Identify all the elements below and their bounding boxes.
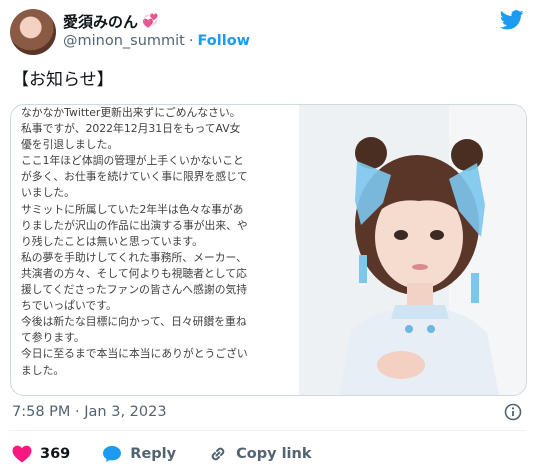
portrait-photo [299, 105, 526, 395]
letter-line: サミットに所属していた2年半は色々な事があ [21, 202, 244, 216]
letter-line: が多く、お仕事を続けていく事に限界を感じて [21, 170, 248, 184]
letter-line: 私事ですが、2022年12月31日をもってAV女 [21, 122, 241, 136]
heart-icon [12, 445, 32, 463]
letter-line: ここ1年ほど体調の管理が上手くいかないこと [21, 154, 244, 168]
copy-link-label: Copy link [236, 446, 312, 462]
link-icon [211, 447, 225, 461]
letter-line: 優を引退しました。 [21, 138, 119, 152]
author-avatar[interactable] [10, 9, 56, 55]
reply-bubble-icon [103, 446, 122, 462]
letter-line: 私の夢を手助けしてくれた事務所、メーカー、 [21, 250, 247, 264]
letter-line: 今後は新たな目標に向かって、日々研鑽を重ね [21, 315, 247, 329]
reply-label: Reply [130, 446, 177, 462]
letter-line: ました。 [21, 363, 65, 377]
letter-line: ちでいっぱいです。 [21, 299, 117, 313]
letter-line: 今日に至るまで本当に本当にありがとうござい [21, 347, 248, 361]
letter-line: て参ります。 [21, 331, 85, 345]
separator-dot: · [188, 33, 194, 49]
letter-line: り残したことは無いと思っています。 [21, 234, 203, 248]
twitter-bird-icon[interactable] [500, 10, 524, 30]
info-icon[interactable] [504, 403, 522, 421]
author-name-row[interactable]: 愛須みのん 💞 [63, 11, 158, 32]
letter-line: いました。 [21, 186, 75, 200]
letter-line: りましたが沢山の作品に出演する事が出来、や [21, 218, 248, 232]
follow-button[interactable]: Follow [197, 33, 250, 49]
letter-line: 共演者の方々、そして何よりも視聴者として応 [21, 266, 247, 280]
portrait-illustration [299, 105, 526, 395]
like-count: 369 [40, 446, 71, 462]
tweet-actions: 369 Reply Copy link [12, 444, 343, 464]
announcement-letter: なかなかTwitter更新出来ずにごめんなさい。 私事ですが、2022年12月3… [21, 105, 299, 395]
tweet-timestamp[interactable]: 7:58 PM · Jan 3, 2023 [12, 404, 167, 420]
author-display-name[interactable]: 愛須みのん [63, 11, 138, 32]
divider [10, 430, 526, 431]
copy-link-button[interactable]: Copy link [208, 444, 311, 464]
like-button[interactable]: 369 [12, 445, 70, 463]
letter-line: 援してくださったファンの皆さんへ感謝の気持 [21, 283, 248, 297]
author-handle-row: @minon_summit · Follow [63, 33, 250, 49]
author-handle[interactable]: @minon_summit [63, 33, 185, 49]
reply-button[interactable]: Reply [102, 445, 176, 463]
letter-line: なかなかTwitter更新出来ずにごめんなさい。 [21, 106, 241, 119]
tweet-text: 【お知らせ】 [12, 70, 114, 90]
heart-emoji: 💞 [142, 14, 158, 29]
tweet-image[interactable]: なかなかTwitter更新出来ずにごめんなさい。 私事ですが、2022年12月3… [10, 104, 527, 396]
